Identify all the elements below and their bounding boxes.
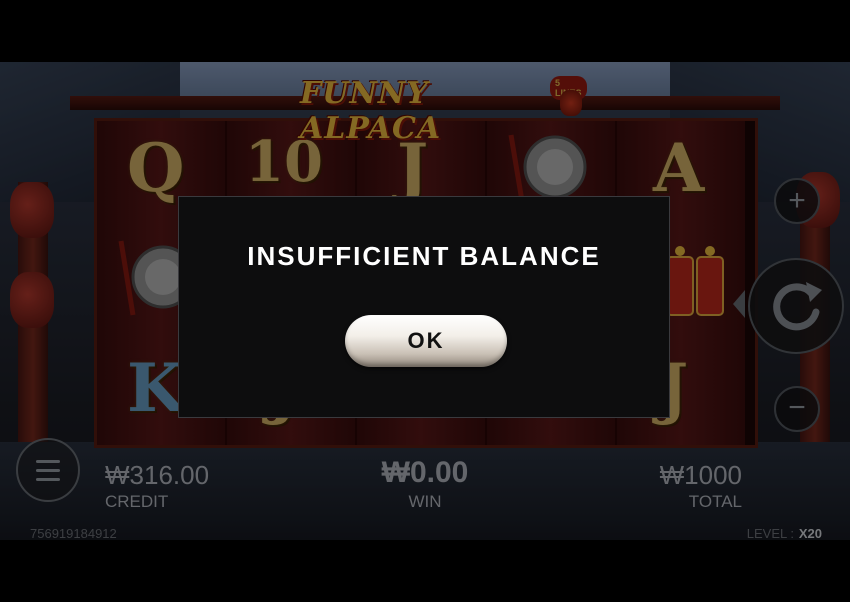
ok-button[interactable]: OK xyxy=(345,315,507,367)
dialog-message: INSUFFICIENT BALANCE xyxy=(247,241,601,271)
insufficient-balance-dialog: INSUFFICIENT BALANCE OK xyxy=(178,196,670,418)
